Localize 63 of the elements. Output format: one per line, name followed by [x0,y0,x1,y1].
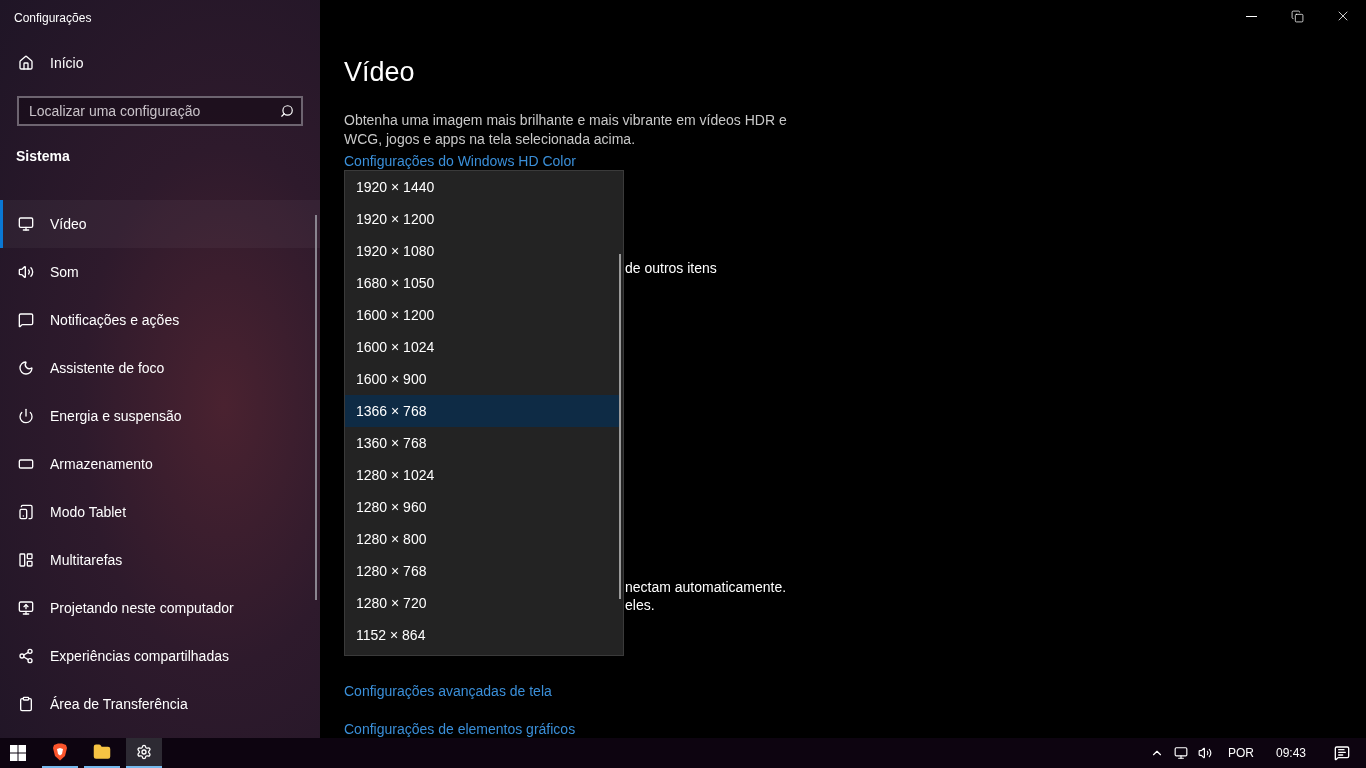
monitor-icon [18,600,34,616]
resolution-option[interactable]: 1280 × 768 [345,555,619,587]
partial-text: nectam automaticamente. [625,579,787,595]
resolution-option[interactable]: 1280 × 720 [345,587,619,619]
resolution-option[interactable]: 1366 × 768 [345,395,619,427]
clipboard-icon [18,696,34,712]
resolution-option[interactable]: 1920 × 1440 [345,171,619,203]
advanced-display-link[interactable]: Configurações avançadas de tela [344,683,552,699]
tablet-icon [18,504,34,520]
page-title: Vídeo [344,57,415,87]
sidebar-item[interactable]: Notificações e ações [0,296,320,344]
resolution-option[interactable]: 1280 × 1024 [345,459,619,491]
moon-icon [18,360,34,376]
resolution-option[interactable]: 1280 × 960 [345,491,619,523]
restore-icon [1290,9,1304,23]
windows-logo-icon [10,745,26,761]
partial-text: de outros itens [625,260,717,276]
sidebar-item[interactable]: Multitarefas [0,536,320,584]
section-heading: Sistema [16,148,70,164]
hdr-description: Obtenha uma imagem mais brilhante e mais vibrante em vídeos HDR e WCG, jogos e apps na tela selecionada acima. [344,111,788,149]
window-title: Configurações [14,11,92,25]
hd-color-link[interactable]: Configurações do Windows HD Color [344,153,576,169]
sidebar-item[interactable]: Assistente de foco [0,344,320,392]
scrollbar[interactable] [315,215,317,600]
speaker-icon [18,264,34,280]
sidebar-item[interactable]: Som [0,248,320,296]
settings-icon [136,744,152,760]
resolution-option[interactable]: 1680 × 1050 [345,267,619,299]
folder-icon [93,743,111,761]
resolution-option[interactable]: 1920 × 1200 [345,203,619,235]
power-icon [18,408,34,424]
panels-icon [18,552,34,568]
notifications-icon[interactable] [1334,745,1350,761]
search-field[interactable]: Localizar uma configuração [17,96,303,126]
resolution-option[interactable]: 1600 × 1024 [345,331,619,363]
language-indicator[interactable]: POR [1227,746,1254,760]
sidebar-item[interactable]: Projetando neste computador [0,584,320,632]
home-icon [18,55,34,71]
minimize-icon [1245,15,1257,17]
home-nav-item[interactable]: Início [0,40,320,86]
scrollbar[interactable] [619,254,621,599]
monitor-icon [18,216,34,232]
rectangle-icon [18,456,34,472]
graphics-settings-link[interactable]: Configurações de elementos gráficos [344,721,576,737]
resolution-option[interactable]: 1600 × 1200 [345,299,619,331]
sidebar-item[interactable]: Experiências compartilhadas [0,632,320,680]
sidebar-item[interactable]: Modo Tablet [0,488,320,536]
sidebar-item[interactable]: Armazenamento [0,440,320,488]
speaker-icon[interactable] [1197,746,1212,760]
search-icon [280,104,294,118]
settings-taskbar-button[interactable] [126,738,162,768]
partial-text: eles. [625,597,655,613]
sidebar-item[interactable]: Energia e suspensão [0,392,320,440]
speech-bubble-icon [18,312,34,328]
resolution-option[interactable]: 1600 × 900 [345,363,619,395]
sidebar-item[interactable]: Vídeo [0,200,320,248]
resolution-option[interactable]: 1360 × 768 [345,427,619,459]
resolution-option[interactable]: 1920 × 1080 [345,235,619,267]
resolution-option[interactable]: 1152 × 864 [345,619,619,651]
network-nodes-icon [18,648,34,664]
resolution-option[interactable]: 1280 × 800 [345,523,619,555]
sidebar-item[interactable]: Área de Transferência [0,680,320,728]
clock[interactable]: 09:43 [1275,746,1306,760]
